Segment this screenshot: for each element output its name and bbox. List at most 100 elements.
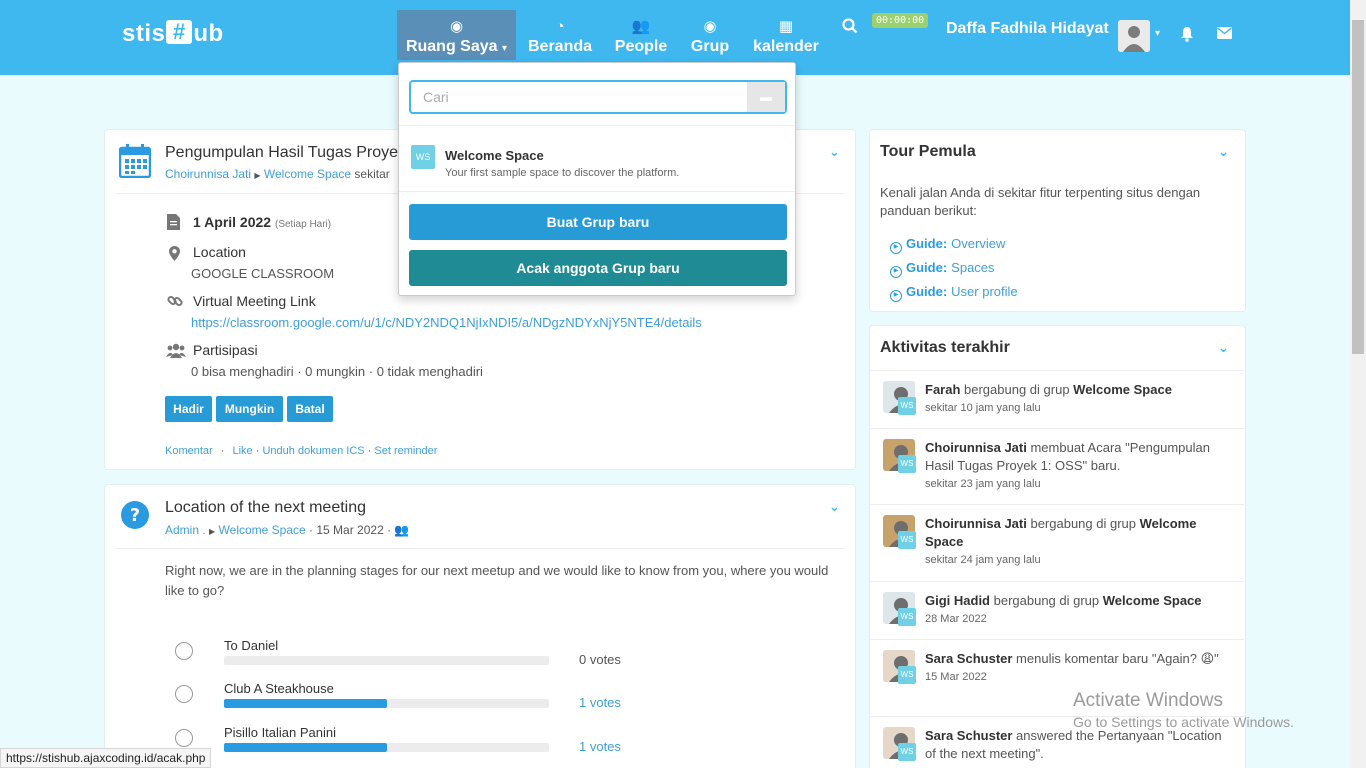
guide-label: Spaces — [951, 260, 995, 275]
file-icon — [167, 214, 180, 233]
activity-time: 15 Mar 2022 — [925, 671, 987, 683]
event-author-link[interactable]: Choirunnisa Jati — [165, 167, 251, 181]
users-icon — [166, 343, 186, 361]
activity-actor[interactable]: Farah — [925, 382, 960, 397]
caret-down-icon[interactable]: ▾ — [1155, 28, 1160, 39]
nav-grup[interactable]: ◉ Grup — [684, 10, 736, 60]
activity-actor[interactable]: Choirunnisa Jati — [925, 516, 1027, 531]
activity-time: sekitar 10 jam yang lalu — [925, 402, 1041, 414]
activity-message: bergabung di grup — [960, 382, 1074, 397]
poll-title[interactable]: Location of the next meeting — [165, 499, 366, 517]
play-circle-icon: ▶ — [890, 242, 902, 254]
nav-beranda[interactable]: ◔ Beranda — [524, 10, 596, 60]
random-members-button[interactable]: Acak anggota Grup baru — [409, 250, 787, 286]
maybe-button[interactable]: Mungkin — [216, 396, 283, 422]
set-reminder-link[interactable]: Set reminder — [374, 445, 437, 457]
tour-card: Tour Pemula ⌄ Kenali jalan Anda di sekit… — [869, 129, 1246, 312]
location-label: Location — [193, 244, 246, 260]
circle-dot-icon: ◉ — [449, 18, 464, 35]
search-icon[interactable] — [842, 18, 858, 39]
nav-people[interactable]: 👥 People — [608, 10, 674, 60]
activity-space-badge: WS — [898, 608, 916, 626]
event-time: sekitar — [354, 167, 390, 181]
user-avatar[interactable] — [1118, 20, 1150, 52]
activity-item[interactable]: WS Choirunnisa Jati bergabung di grup Wel… — [870, 504, 1244, 581]
download-ics-link[interactable]: Unduh dokumen ICS — [262, 445, 364, 457]
play-circle-icon: ▶ — [890, 266, 902, 278]
page-scrollbar[interactable] — [1350, 0, 1366, 768]
tour-guide-link[interactable]: ▶ Guide: Overview — [890, 236, 1005, 254]
activity-message: menulis komentar baru "Again? 😩" — [1012, 651, 1219, 666]
guide-prefix: Guide: — [906, 236, 948, 251]
activity-actor[interactable]: Sara Schuster — [925, 651, 1012, 666]
poll-date: · 15 Mar 2022 · — [309, 523, 392, 537]
event-date-row: 1 April 2022 (Setiap Hari) — [193, 214, 331, 230]
activity-text: Sara Schuster answered the Pertanyaan "L… — [925, 727, 1230, 763]
user-silhouette-icon — [1118, 20, 1150, 52]
create-group-button[interactable]: Buat Grup baru — [409, 204, 787, 240]
timer-badge[interactable]: 00:00:00 — [872, 13, 929, 28]
event-date: 1 April 2022 — [193, 214, 272, 230]
activity-space-badge: WS — [898, 531, 916, 549]
question-circle-icon: ? — [121, 501, 149, 532]
nav-people-label: People — [614, 38, 668, 55]
activity-actor[interactable]: Choirunnisa Jati — [925, 440, 1027, 455]
attend-button[interactable]: Hadir — [165, 396, 212, 422]
user-name[interactable]: Daffa Fadhila Hidayat — [946, 20, 1109, 38]
ruang-saya-dropdown: ▬ WS Welcome Space Your first sample spa… — [398, 62, 796, 296]
users-icon: 👥 — [394, 523, 410, 537]
activity-target[interactable]: Welcome Space — [1073, 382, 1172, 397]
space-name[interactable]: Welcome Space — [445, 148, 544, 163]
poll-space-link[interactable]: Welcome Space — [219, 523, 306, 537]
activity-actor[interactable]: Sara Schuster — [925, 728, 1012, 743]
windows-activation-watermark: Activate Windows Go to Settings to activ… — [1073, 690, 1294, 730]
tour-guide-link[interactable]: ▶ Guide: Spaces — [890, 260, 995, 278]
separator-dot: · — [220, 445, 225, 457]
chevron-down-icon[interactable]: ⌄ — [829, 144, 840, 160]
comment-link[interactable]: Komentar — [165, 445, 213, 457]
activity-text: Choirunnisa Jati bergabung di grup Welco… — [925, 515, 1230, 569]
event-title[interactable]: Pengumpulan Hasil Tugas Proyek — [165, 144, 406, 162]
activity-item[interactable]: WS Gigi Hadid bergabung di grup Welcome S… — [870, 581, 1244, 639]
activity-space-badge: WS — [898, 455, 916, 473]
watermark-line-2: Go to Settings to activate Windows. — [1073, 714, 1294, 730]
participation-value: 0 bisa menghadiri · 0 mungkin · 0 tidak … — [191, 364, 483, 379]
scrollbar-thumb[interactable] — [1352, 20, 1364, 354]
envelope-icon[interactable] — [1217, 26, 1232, 43]
tour-guide-link[interactable]: ▶ Guide: User profile — [890, 284, 1018, 302]
space-item-welcome[interactable]: WS — [411, 145, 435, 169]
like-link[interactable]: Like — [233, 445, 253, 457]
poll-option-votes[interactable]: 1 votes — [579, 695, 621, 710]
bell-icon[interactable] — [1180, 26, 1194, 46]
poll-option-radio[interactable] — [175, 685, 193, 703]
chevron-down-icon[interactable]: ⌄ — [829, 499, 840, 515]
circle-dot-icon: ◉ — [703, 18, 717, 35]
meeting-url-link[interactable]: https://classroom.google.com/u/1/c/NDY2N… — [191, 315, 702, 330]
site-logo[interactable]: stis # ub — [122, 20, 224, 48]
activity-space-badge: WS — [898, 743, 916, 761]
decline-button[interactable]: Batal — [287, 396, 333, 422]
activity-target[interactable]: Welcome Space — [1103, 593, 1202, 608]
poll-option-votes[interactable]: 1 votes — [579, 739, 621, 754]
chevron-down-icon[interactable]: ⌄ — [1218, 340, 1229, 356]
event-date-note: (Setiap Hari) — [274, 219, 332, 230]
divider — [115, 548, 845, 549]
nav-ruang-saya[interactable]: ◉ Ruang Saya ▾ — [397, 10, 516, 60]
activity-actor[interactable]: Gigi Hadid — [925, 593, 990, 608]
poll-option-radio[interactable] — [175, 729, 193, 747]
participation-label: Partisipasi — [193, 342, 258, 358]
nav-beranda-label: Beranda — [527, 38, 593, 55]
event-space-link[interactable]: Welcome Space — [264, 167, 351, 181]
nav-kalender[interactable]: ▦ kalender — [748, 10, 824, 60]
chevron-down-icon[interactable]: ⌄ — [1218, 144, 1229, 160]
divider — [399, 191, 795, 192]
guide-label: User profile — [951, 284, 1018, 299]
event-meta: Choirunnisa Jati ▶ Welcome Space sekitar — [165, 167, 390, 181]
poll-author-link[interactable]: Admin . — [165, 523, 206, 537]
activity-item[interactable]: WS Farah bergabung di grup Welcome Space s… — [870, 370, 1244, 428]
poll-option-radio[interactable] — [175, 642, 193, 660]
space-search-input[interactable] — [423, 89, 743, 105]
activity-item[interactable]: WS Choirunnisa Jati membuat Acara "Pengum… — [870, 428, 1244, 504]
book-icon[interactable]: ▬ — [747, 82, 785, 112]
activity-message: bergabung di grup — [1026, 516, 1140, 531]
